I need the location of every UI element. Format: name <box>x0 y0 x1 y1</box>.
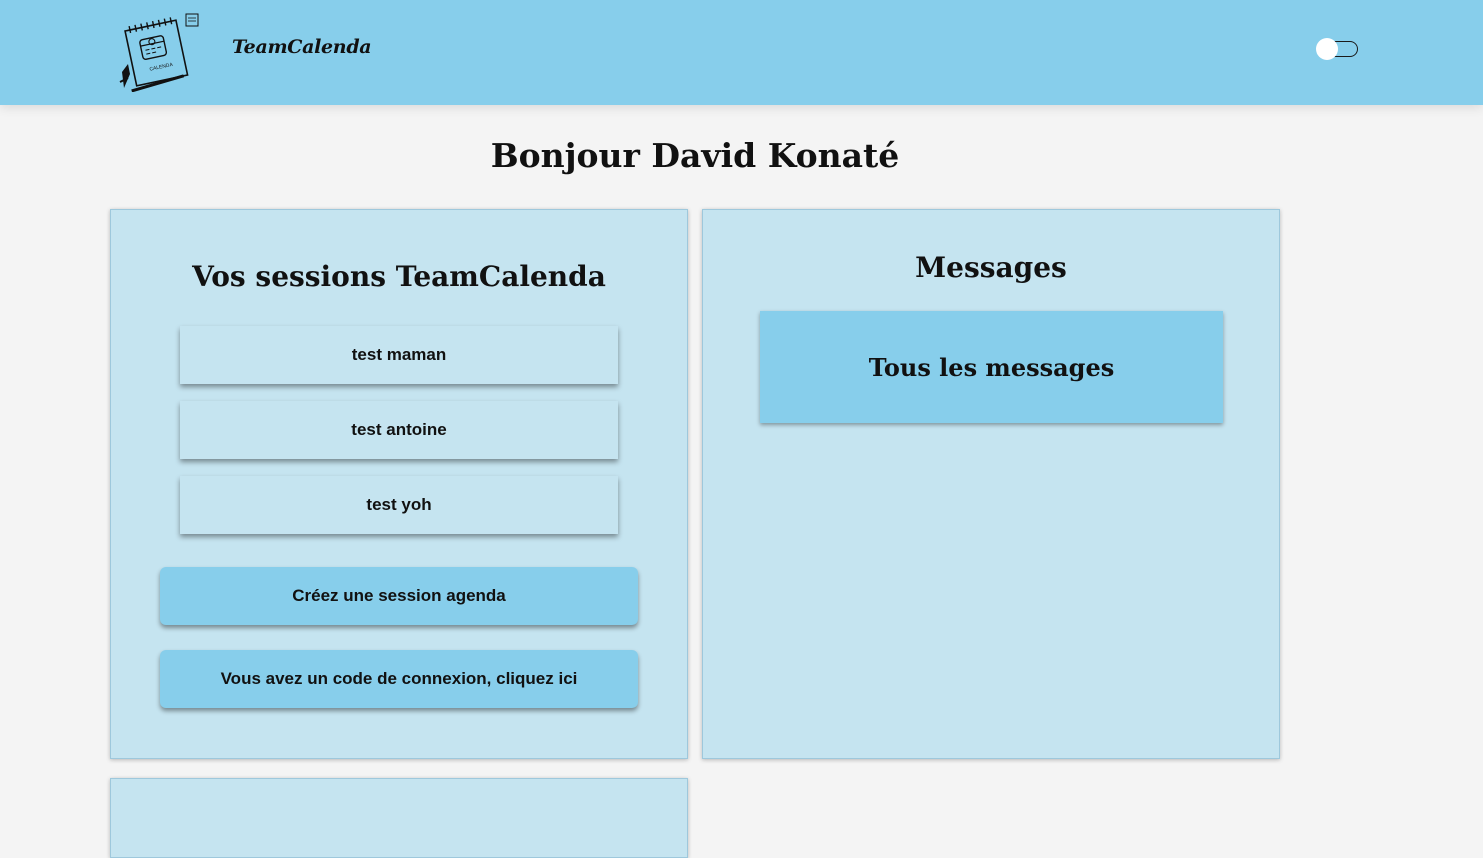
join-with-code-button[interactable]: Vous avez un code de connexion, cliquez … <box>160 650 638 708</box>
session-button[interactable]: test yoh <box>180 476 618 534</box>
top-header: CALENDA TeamCalenda <box>0 0 1483 105</box>
additional-panel <box>110 778 688 858</box>
svg-text:CALENDA: CALENDA <box>149 62 174 73</box>
create-session-button[interactable]: Créez une session agenda <box>160 567 638 625</box>
messages-title: Messages <box>915 251 1067 284</box>
brand-name[interactable]: TeamCalenda <box>232 36 372 58</box>
session-button[interactable]: test antoine <box>180 401 618 459</box>
theme-toggle[interactable] <box>1316 38 1360 60</box>
all-messages-button[interactable]: Tous les messages <box>760 311 1223 423</box>
session-button[interactable]: test maman <box>180 326 618 384</box>
calendar-notebook-icon[interactable]: CALENDA <box>118 10 204 93</box>
sessions-panel: Vos sessions TeamCalenda test maman test… <box>110 209 688 759</box>
toggle-knob <box>1316 38 1338 60</box>
messages-panel: Messages Tous les messages <box>702 209 1280 759</box>
sessions-title: Vos sessions TeamCalenda <box>192 260 606 293</box>
page-greeting: Bonjour David Konaté <box>490 136 900 175</box>
